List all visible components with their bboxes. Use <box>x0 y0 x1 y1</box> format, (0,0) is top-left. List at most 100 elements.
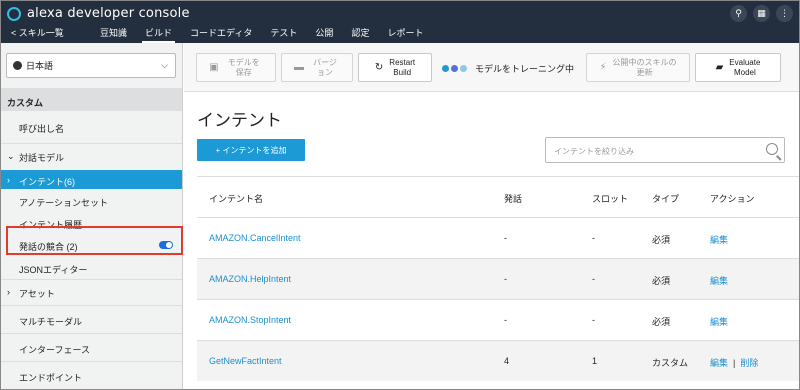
sidebar-item-interfaces[interactable]: インターフェース <box>1 343 182 356</box>
globe-icon <box>13 61 22 70</box>
tab-distribution[interactable]: 公開 <box>306 26 342 43</box>
intent-filter-input[interactable]: インテントを絞り込み <box>545 137 785 163</box>
restart-icon: ↻ <box>374 61 384 73</box>
build-toolbar: ▣ モデルを保存 ▬ バージョン ↻ Restart Build モデルをトレー… <box>184 43 799 92</box>
evaluate-model-button[interactable]: ▰ Evaluate Model <box>695 53 781 82</box>
sidebar-item-multimodal[interactable]: マルチモーダル <box>1 315 182 328</box>
utterance-count: - <box>504 274 507 284</box>
update-line2: 更新 <box>636 67 653 77</box>
save-model-button[interactable]: ▣ モデルを保存 <box>196 53 276 82</box>
sidebar-item-interaction-model[interactable]: ⌄ 対話モデル <box>1 151 182 164</box>
divider <box>1 361 182 362</box>
table-row: AMAZON.StopIntent - - 必須 編集 <box>197 299 799 340</box>
edit-link[interactable]: 編集 <box>710 315 728 328</box>
tab-test[interactable]: テスト <box>261 26 306 43</box>
tab-trivia[interactable]: 豆知識 <box>91 26 136 43</box>
lightning-icon: ⚡ <box>599 61 607 73</box>
top-bar: alexa developer console ⚲ ▦ ⋮ <box>1 1 799 26</box>
language-select[interactable]: 日本語 ⌵ <box>6 53 176 78</box>
back-to-skills-link[interactable]: < スキル一覧 <box>11 26 91 43</box>
version-button[interactable]: ▬ バージョン <box>281 53 353 82</box>
training-spinner-icon <box>442 65 467 72</box>
table-header-row: インテント名 発話 スロット タイプ アクション <box>197 176 799 217</box>
intent-name-link[interactable]: AMAZON.CancelIntent <box>209 233 301 243</box>
intent-type: 必須 <box>652 276 671 286</box>
section-custom: カスタム <box>1 88 182 111</box>
divider <box>1 333 182 334</box>
top-bar-icons: ⚲ ▦ ⋮ <box>730 5 793 22</box>
update-line1: 公開中のスキルの <box>612 57 677 67</box>
restart-build-label: Restart Build <box>389 58 415 78</box>
page-title: インテント <box>197 111 282 130</box>
language-value: 日本語 <box>26 61 54 71</box>
version-icon: ▬ <box>294 61 304 73</box>
restart-build-line1: Restart <box>389 57 416 67</box>
evaluate-line2: Model <box>733 67 756 77</box>
sidebar-item-annotation-sets[interactable]: アノテーションセット <box>1 196 182 209</box>
divider <box>1 279 182 280</box>
delete-link[interactable]: 削除 <box>740 358 758 368</box>
utterance-count: 4 <box>504 356 510 366</box>
divider <box>1 305 182 306</box>
restart-build-line2: Build <box>393 67 412 77</box>
app-brand: alexa developer console <box>27 6 190 21</box>
sidebar-item-invocation[interactable]: 呼び出し名 <box>1 122 182 135</box>
tab-code-editor[interactable]: コードエディタ <box>181 26 261 43</box>
sidebar-item-json-editor[interactable]: JSONエディター <box>1 263 182 276</box>
tab-reports[interactable]: レポート <box>378 26 432 43</box>
slot-count: 1 <box>592 356 598 366</box>
sidebar-item-label: インテント(6) <box>19 177 75 187</box>
slot-count: - <box>592 274 595 284</box>
add-intent-button[interactable]: + インテントを追加 <box>197 139 305 161</box>
app-icon[interactable]: ▦ <box>753 5 770 22</box>
table-row: AMAZON.HelpIntent - - 必須 編集 <box>197 258 799 299</box>
intent-type: カスタム <box>652 358 689 368</box>
intents-main: インテント + インテントを追加 インテントを絞り込み インテント名 発話 スロ… <box>184 93 799 389</box>
chat-icon: ▰ <box>715 61 724 73</box>
table-row: GetNewFactIntent 4 1 カスタム 編集 | 削除 <box>197 340 799 381</box>
intent-name-link[interactable]: AMAZON.StopIntent <box>209 315 291 325</box>
intent-name-link[interactable]: AMAZON.HelpIntent <box>209 274 291 284</box>
tab-certification[interactable]: 認定 <box>342 26 378 43</box>
restart-build-button[interactable]: ↻ Restart Build <box>358 53 432 82</box>
training-status: モデルをトレーニング中 <box>442 62 574 75</box>
build-sidebar: 日本語 ⌵ カスタム 呼び出し名 ⌄ 対話モデル › インテント(6) アノテー… <box>1 43 183 389</box>
col-type[interactable]: タイプ <box>652 192 679 205</box>
utterance-count: - <box>504 233 507 243</box>
spinner-dot <box>460 65 467 72</box>
update-live-skill-label: 公開中のスキルの 更新 <box>613 58 677 78</box>
col-utterances[interactable]: 発話 <box>504 192 522 205</box>
tab-build[interactable]: ビルド <box>136 26 181 43</box>
sidebar-item-assets[interactable]: › アセット <box>1 287 182 300</box>
edit-link[interactable]: 編集 <box>710 233 728 246</box>
intent-type: 必須 <box>652 317 671 327</box>
chevron-down-icon: ⌄ <box>7 151 15 161</box>
edit-link[interactable]: 編集 <box>710 358 728 368</box>
utterance-count: - <box>504 315 507 325</box>
sidebar-item-endpoint[interactable]: エンドポイント <box>1 371 182 384</box>
col-intent-name[interactable]: インテント名 <box>209 192 263 205</box>
sidebar-item-label: アセット <box>19 289 55 299</box>
version-label: バージョン <box>313 57 337 77</box>
sidebar-item-label: 対話モデル <box>19 153 65 163</box>
row-actions: 編集 | 削除 <box>710 356 758 369</box>
chevron-right-icon: › <box>7 287 10 297</box>
col-slots[interactable]: スロット <box>592 192 628 205</box>
update-live-skill-button[interactable]: ⚡ 公開中のスキルの 更新 <box>586 53 690 82</box>
slot-count: - <box>592 233 595 243</box>
skill-nav: < スキル一覧 豆知識 ビルド コードエディタ テスト 公開 認定 レポート <box>1 26 799 43</box>
chevron-down-icon: ⌵ <box>161 60 168 70</box>
search-icon[interactable] <box>766 143 778 155</box>
chevron-right-icon: › <box>7 175 10 185</box>
search-icon[interactable]: ⚲ <box>730 5 747 22</box>
more-icon[interactable]: ⋮ <box>776 5 793 22</box>
sidebar-item-intents[interactable]: › インテント(6) <box>1 170 182 189</box>
save-icon: ▣ <box>209 61 219 73</box>
edit-link[interactable]: 編集 <box>710 274 728 287</box>
table-row: AMAZON.CancelIntent - - 必須 編集 <box>197 217 799 258</box>
filter-placeholder: インテントを絞り込み <box>554 147 634 156</box>
evaluate-line1: Evaluate <box>729 57 761 67</box>
intent-name-link[interactable]: GetNewFactIntent <box>209 356 282 366</box>
save-model-label: モデルを保存 <box>227 57 260 77</box>
alexa-logo-icon[interactable] <box>7 6 21 21</box>
